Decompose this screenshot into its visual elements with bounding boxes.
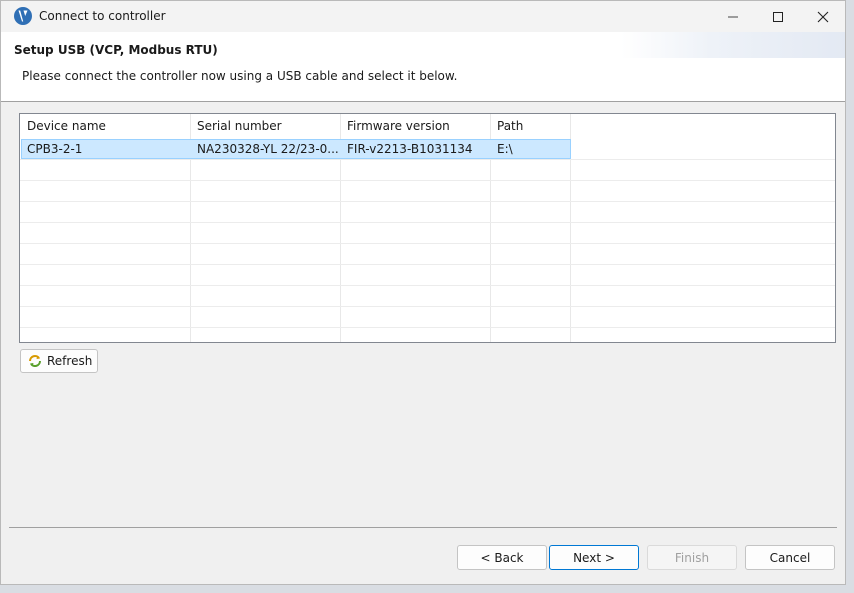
maximize-button[interactable] — [756, 1, 800, 32]
page-description: Please connect the controller now using … — [22, 69, 458, 83]
next-button[interactable]: Next > — [549, 545, 639, 570]
finish-button[interactable]: Finish — [647, 545, 737, 570]
device-table[interactable]: Device name Serial number Firmware versi… — [19, 113, 836, 343]
refresh-button[interactable]: Refresh — [20, 349, 98, 373]
back-button[interactable]: < Back — [457, 545, 547, 570]
cell-path: E:\ — [497, 142, 513, 156]
cell-device-name: CPB3-2-1 — [27, 142, 83, 156]
app-logo-icon — [14, 7, 32, 25]
column-header-serial-number[interactable]: Serial number — [190, 114, 340, 139]
refresh-label: Refresh — [47, 354, 93, 368]
close-button[interactable] — [801, 1, 845, 32]
title-bar: Connect to controller — [1, 1, 845, 32]
close-icon — [817, 11, 829, 22]
window-title: Connect to controller — [39, 9, 166, 23]
refresh-icon — [29, 355, 41, 367]
wizard-header: Setup USB (VCP, Modbus RTU) Please conne… — [1, 32, 845, 102]
column-header-device-name[interactable]: Device name — [20, 114, 190, 139]
page-title: Setup USB (VCP, Modbus RTU) — [14, 43, 218, 57]
minimize-icon — [728, 16, 738, 17]
dialog-window: Connect to controller Setup USB (VCP, Mo… — [0, 0, 846, 585]
maximize-icon — [773, 11, 783, 22]
minimize-button[interactable] — [711, 1, 755, 32]
header-decoration — [621, 32, 845, 58]
column-header-firmware-version[interactable]: Firmware version — [340, 114, 490, 139]
cancel-button[interactable]: Cancel — [745, 545, 835, 570]
cell-serial-number: NA230328-YL 22/23-0... — [197, 142, 339, 156]
column-header-path[interactable]: Path — [490, 114, 570, 139]
cell-firmware-version: FIR-v2213-B1031134 — [347, 142, 473, 156]
footer-separator — [9, 527, 837, 528]
